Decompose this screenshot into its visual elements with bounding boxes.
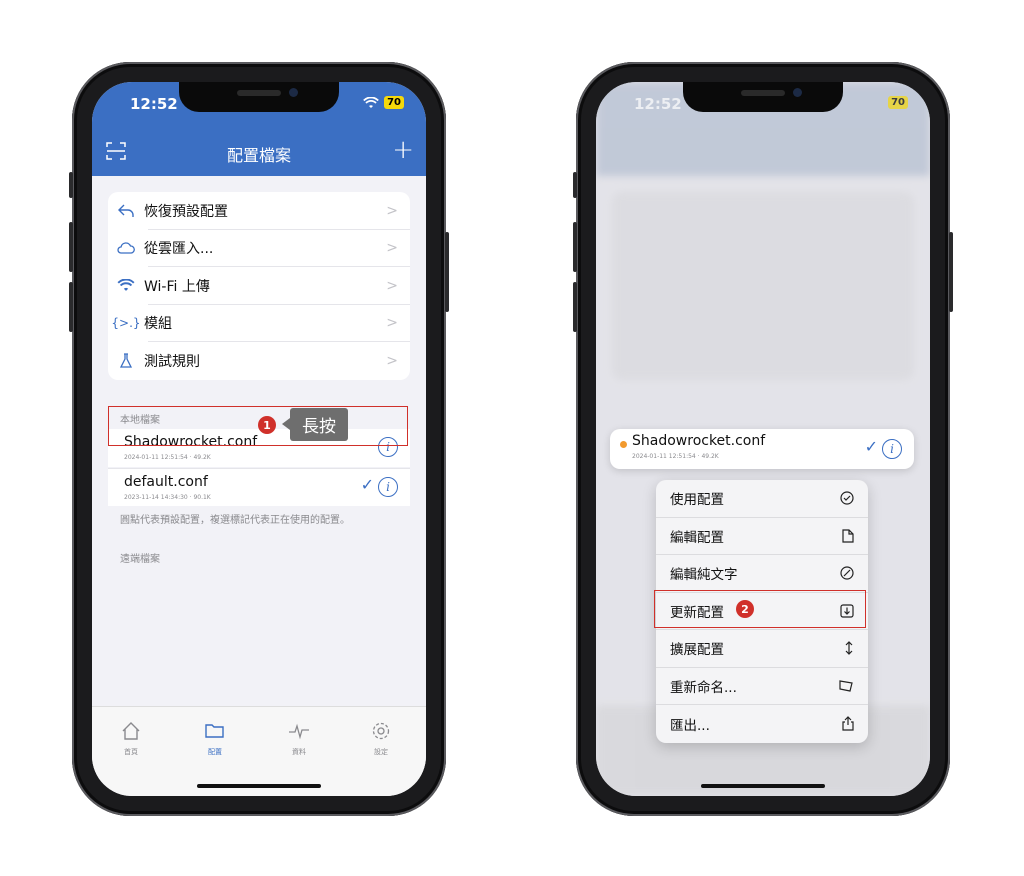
menu-item-test-rules[interactable]: 測試規則 > <box>108 342 410 380</box>
menu-label: 編輯配置 <box>670 529 724 546</box>
status-time: 12:52 <box>130 95 178 113</box>
context-edit-config[interactable]: 編輯配置 <box>656 518 868 555</box>
undo-icon <box>108 204 144 218</box>
notch <box>179 82 339 112</box>
tab-data[interactable]: 資料 <box>274 721 324 757</box>
context-extend-config[interactable]: 擴展配置 <box>656 630 868 668</box>
expand-arrows-icon <box>845 641 853 656</box>
context-use-config[interactable]: 使用配置 <box>656 480 868 518</box>
screen-right: 12:52 70 Shadowrocket.conf 2024-01-11 12… <box>596 82 930 796</box>
menu-item-restore-default[interactable]: 恢復預設配置 > <box>108 192 410 230</box>
hint-text: 圓點代表預設配置，複選標記代表正在使用的配置。 <box>120 515 350 526</box>
wifi-icon <box>108 279 144 292</box>
default-dot-icon <box>620 441 627 448</box>
menu-item-modules[interactable]: {>.} 模組 > <box>108 305 410 343</box>
menu-label: 匯出... <box>670 717 710 734</box>
remote-files-header: 遠端檔案 <box>120 554 160 565</box>
wifi-status-icon <box>363 96 379 108</box>
battery-badge: 70 <box>888 96 908 109</box>
file-preview-card: Shadowrocket.conf 2024-01-11 12:51:54 · … <box>610 429 914 469</box>
file-name: default.conf <box>124 474 208 490</box>
page-title: 配置檔案 <box>226 146 291 165</box>
long-press-tooltip: 長按 <box>282 408 348 441</box>
tab-label: 資料 <box>292 748 306 756</box>
pulse-icon <box>289 723 309 740</box>
file-meta: 2024-01-11 12:51:54 · 49.2K <box>632 453 719 460</box>
home-indicator <box>197 784 321 788</box>
tab-home[interactable]: 首頁 <box>106 721 156 757</box>
home-indicator <box>701 784 825 788</box>
cloud-icon <box>108 242 144 254</box>
menu-item-label: 測試規則 <box>144 353 200 370</box>
context-edit-plain-text[interactable]: 編輯純文字 <box>656 555 868 593</box>
chevron-right-icon: > <box>386 277 398 294</box>
checkmark-icon: ✓ <box>360 475 374 494</box>
slash-circle-icon <box>840 566 854 580</box>
test-icon <box>108 353 144 369</box>
highlight-box <box>654 590 866 628</box>
share-icon <box>842 716 854 731</box>
tab-config[interactable]: 配置 <box>190 721 240 757</box>
file-meta: 2024-01-11 12:51:54 · 49.2K <box>124 454 211 461</box>
tab-label: 設定 <box>374 748 388 756</box>
rename-icon <box>839 680 853 692</box>
file-meta: 2023-11-14 14:34:30 · 90.1K <box>124 494 211 501</box>
file-row-default[interactable]: default.conf 2023-11-14 14:34:30 · 90.1K… <box>108 468 410 506</box>
checkmark-icon: ✓ <box>864 437 878 456</box>
file-name: Shadowrocket.conf <box>632 433 766 449</box>
chevron-right-icon: > <box>386 240 398 257</box>
tab-settings[interactable]: 設定 <box>356 721 406 757</box>
info-icon[interactable]: i <box>882 439 902 459</box>
menu-item-wifi-upload[interactable]: Wi-Fi 上傳 > <box>108 267 410 305</box>
phone-right: 12:52 70 Shadowrocket.conf 2024-01-11 12… <box>573 62 953 816</box>
folder-icon <box>205 724 224 738</box>
tab-bar: 首頁 配置 資料 設定 <box>92 706 426 796</box>
tab-label: 配置 <box>208 748 222 756</box>
battery-badge: 70 <box>384 96 404 109</box>
status-time: 12:52 <box>634 95 682 113</box>
tab-label: 首頁 <box>124 748 138 756</box>
context-export[interactable]: 匯出... <box>656 705 868 743</box>
screen-left: 12:52 70 配置檔案 + 恢復預設配置 > 從雲匯入... > Wi-Fi… <box>92 82 426 796</box>
menu-label: 編輯純文字 <box>670 567 738 584</box>
menu-item-label: Wi-Fi 上傳 <box>144 278 210 295</box>
context-rename[interactable]: 重新命名... <box>656 668 868 705</box>
chevron-right-icon: > <box>386 202 398 219</box>
menu-label: 重新命名... <box>670 679 737 696</box>
gear-icon <box>372 722 390 740</box>
menu-item-label: 從雲匯入... <box>144 241 214 258</box>
step-badge: 1 <box>258 416 276 434</box>
step-badge: 2 <box>736 600 754 618</box>
menu-item-label: 模組 <box>144 316 172 333</box>
notch <box>683 82 843 112</box>
menu-label: 擴展配置 <box>670 642 724 659</box>
chevron-right-icon: > <box>386 315 398 332</box>
nav-bar: 配置檔案 + <box>92 128 426 176</box>
chevron-right-icon: > <box>386 352 398 369</box>
menu-item-cloud-import[interactable]: 從雲匯入... > <box>108 230 410 268</box>
menu-label: 使用配置 <box>670 492 724 509</box>
phone-left: 12:52 70 配置檔案 + 恢復預設配置 > 從雲匯入... > Wi-Fi… <box>69 62 449 816</box>
home-icon <box>122 722 140 740</box>
document-icon <box>842 529 854 543</box>
info-icon[interactable]: i <box>378 477 398 497</box>
module-icon: {>.} <box>111 316 141 331</box>
add-button[interactable]: + <box>392 137 414 163</box>
menu-item-label: 恢復預設配置 <box>144 203 228 220</box>
actions-group: 恢復預設配置 > 從雲匯入... > Wi-Fi 上傳 > {>.} 模組 > … <box>108 192 410 380</box>
check-circle-icon <box>840 491 854 505</box>
